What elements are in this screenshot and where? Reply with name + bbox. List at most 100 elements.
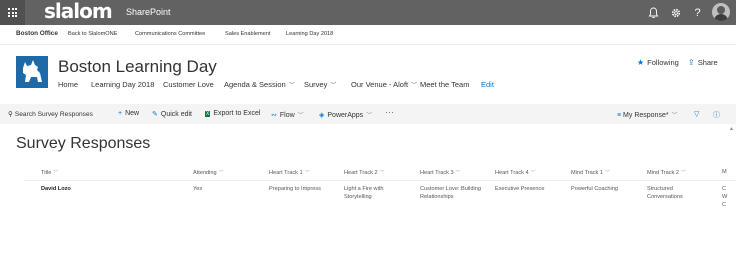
more-options-button[interactable]: ··· xyxy=(385,107,394,117)
column-header-label: Heart Track 3 xyxy=(420,170,454,176)
cell-title[interactable]: David Lozo xyxy=(41,185,181,193)
cell-heart-track-3: Customer Love: Building Relationships xyxy=(420,186,481,200)
chevron-down-icon: ﹀ xyxy=(304,170,310,176)
column-header-heart-track-1[interactable]: Heart Track 1 ﹀ xyxy=(269,169,310,176)
chevron-down-icon: ﹀ xyxy=(297,113,304,119)
column-header-title[interactable]: Title ﹀ xyxy=(41,169,58,176)
chevron-down-icon: ﹀ xyxy=(681,170,687,176)
site-nav-edit[interactable]: Edit xyxy=(481,80,494,89)
site-nav-meet-the-team[interactable]: Meet the Team xyxy=(420,80,469,89)
new-label: New xyxy=(125,110,140,117)
flow-icon: ∾ xyxy=(271,112,277,119)
column-header-mind-track-2[interactable]: Mind Track 2 ﹀ xyxy=(647,169,686,176)
column-header-mind-track-3[interactable]: M xyxy=(722,169,727,175)
export-to-excel-button[interactable]: X Export to Excel xyxy=(205,110,260,117)
cell-mind-track-1: Powerful Coaching xyxy=(571,186,618,192)
column-header-label: Attending xyxy=(193,170,217,176)
chevron-down-icon: ﹀ xyxy=(379,170,385,176)
app-name[interactable]: SharePoint xyxy=(126,7,171,17)
filter-icon[interactable]: ▽ xyxy=(694,110,699,118)
chevron-down-icon: ﹀ xyxy=(366,113,373,119)
chevron-down-icon: ﹀ xyxy=(218,170,224,176)
view-switcher[interactable]: ≡ My Response* ﹀ xyxy=(617,110,678,119)
info-icon[interactable]: ⓘ xyxy=(713,110,720,120)
brand-logo[interactable]: slalom xyxy=(44,0,113,23)
flow-label: Flow xyxy=(279,112,295,119)
new-button[interactable]: + New xyxy=(118,110,139,117)
column-header-label: Mind Track 2 xyxy=(647,170,680,176)
site-nav-agenda-session[interactable]: Agenda & Session ﹀ xyxy=(224,80,295,89)
suite-bar: slalom SharePoint ? xyxy=(0,0,736,25)
hub-navigation: Boston Office Back to SlalomONE Communic… xyxy=(0,25,736,45)
quick-edit-button[interactable]: ✎ Quick edit xyxy=(152,110,192,118)
view-list-icon: ≡ xyxy=(617,112,622,119)
bell-icon[interactable] xyxy=(646,5,661,20)
site-nav-our-venue[interactable]: Our Venue - Aloft ﹀ xyxy=(351,80,417,89)
excel-icon: X xyxy=(205,111,211,117)
hub-item-boston-office[interactable]: Boston Office xyxy=(16,30,58,37)
chevron-down-icon: ﹀ xyxy=(288,83,295,89)
hub-item-back-to-slalomone[interactable]: Back to SlalomONE xyxy=(68,31,117,37)
plus-icon: + xyxy=(118,110,123,117)
following-label: Following xyxy=(647,58,679,67)
site-nav-customer-love[interactable]: Customer Love xyxy=(163,80,214,89)
site-nav-learning-day-2018[interactable]: Learning Day 2018 xyxy=(91,80,154,89)
chevron-down-icon: ﹀ xyxy=(330,83,337,89)
cell-mind-track-2: Structured Conversations xyxy=(647,186,683,200)
chevron-down-icon: ﹀ xyxy=(53,170,59,176)
share-icon: ⇪ xyxy=(688,58,695,67)
site-nav-survey-label: Survey xyxy=(304,80,328,89)
site-nav-venue-label: Our Venue - Aloft xyxy=(351,80,409,89)
share-label: Share xyxy=(697,58,718,67)
pencil-icon: ✎ xyxy=(152,111,158,118)
cell-mind-track-3: C W C xyxy=(722,186,728,208)
column-header-label: Heart Track 4 xyxy=(495,170,529,176)
scroll-up-icon[interactable]: ▲ xyxy=(729,126,734,132)
terrier-logo-icon xyxy=(23,60,42,82)
view-label: My Response* xyxy=(623,112,669,119)
share-button[interactable]: ⇪ Share xyxy=(688,58,718,67)
chevron-down-icon: ﹀ xyxy=(671,113,678,119)
app-launcher-button[interactable] xyxy=(0,0,25,25)
column-header-label: Mind Track 1 xyxy=(571,170,604,176)
powerapps-button[interactable]: ◈ PowerApps ﹀ xyxy=(319,110,372,119)
column-header-attending[interactable]: Attending ﹀ xyxy=(193,169,224,176)
flow-button[interactable]: ∾ Flow ﹀ xyxy=(271,110,304,119)
powerapps-label: PowerApps xyxy=(327,112,364,119)
search-icon: ⚲ xyxy=(8,111,13,118)
gear-icon[interactable] xyxy=(668,5,683,20)
column-header-label: Heart Track 1 xyxy=(269,170,303,176)
chevron-down-icon: ﹀ xyxy=(411,83,418,89)
site-logo[interactable] xyxy=(16,56,48,88)
site-nav-home[interactable]: Home xyxy=(58,80,78,89)
list-title: Survey Responses xyxy=(16,135,151,152)
search-placeholder: Search Survey Responses xyxy=(14,111,93,118)
column-header-label: Title xyxy=(41,170,52,176)
column-header-mind-track-1[interactable]: Mind Track 1 ﹀ xyxy=(571,169,610,176)
star-icon: ★ xyxy=(637,58,645,67)
site-nav-survey[interactable]: Survey ﹀ xyxy=(304,80,336,89)
chevron-down-icon: ﹀ xyxy=(530,170,536,176)
cell-attending: Yes xyxy=(193,186,203,192)
command-bar: ⚲ Search Survey Responses + New ✎ Quick edi… xyxy=(0,104,736,124)
column-header-heart-track-2[interactable]: Heart Track 2 ﹀ xyxy=(344,169,385,176)
help-icon[interactable]: ? xyxy=(690,5,705,20)
column-header-heart-track-4[interactable]: Heart Track 4 ﹀ xyxy=(495,169,536,176)
column-header-heart-track-3[interactable]: Heart Track 3 ﹀ xyxy=(420,169,461,176)
chevron-down-icon: ﹀ xyxy=(455,170,461,176)
column-header-label: Heart Track 2 xyxy=(344,170,378,176)
export-label: Export to Excel xyxy=(213,110,261,117)
following-button[interactable]: ★ Following xyxy=(637,58,679,67)
quick-edit-label: Quick edit xyxy=(160,111,192,118)
hub-item-sales-enablement[interactable]: Sales Enablement xyxy=(225,31,270,37)
chevron-down-icon: ﹀ xyxy=(605,170,611,176)
cell-heart-track-2: Light a Fire with Storytelling xyxy=(344,186,384,200)
cell-heart-track-1: Preparing to Impress xyxy=(269,186,321,192)
user-avatar[interactable] xyxy=(712,3,730,21)
search-box[interactable]: ⚲ Search Survey Responses xyxy=(8,110,93,118)
site-nav-agenda-label: Agenda & Session xyxy=(224,80,286,89)
waffle-icon xyxy=(8,8,17,17)
powerapps-icon: ◈ xyxy=(319,112,325,119)
hub-item-learning-day-2018[interactable]: Learning Day 2018 xyxy=(286,31,333,37)
hub-item-communications-committee[interactable]: Communications Committee xyxy=(135,31,205,37)
